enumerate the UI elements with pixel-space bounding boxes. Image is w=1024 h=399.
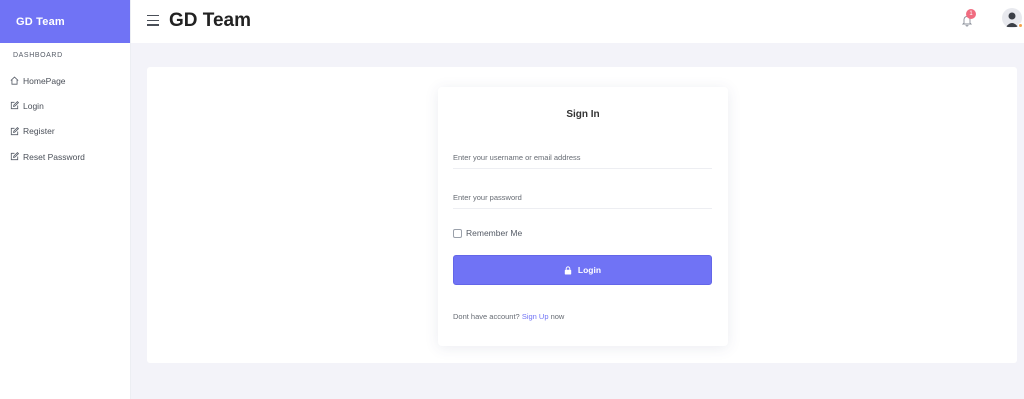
lock-icon [564,265,572,275]
sidebar-item-reset-password[interactable]: Reset Password [0,144,130,169]
signup-link[interactable]: Sign Up [522,312,549,321]
home-icon [9,75,20,86]
signup-suffix: now [550,312,565,321]
edit-icon [9,100,20,111]
username-input[interactable] [453,147,712,169]
sidebar-section-title: DASHBOARD [13,52,63,59]
menu-icon[interactable] [147,15,159,26]
sidebar-item-register[interactable]: Register [0,119,130,144]
sidebar: GD Team DASHBOARD HomePage Login Registe… [0,0,131,399]
remember-me[interactable]: Remember Me [453,228,522,238]
signin-card: Sign In Remember Me Login Dont have acco… [438,87,728,346]
remember-me-checkbox[interactable] [453,228,462,238]
sidebar-item-homepage[interactable]: HomePage [0,68,130,93]
password-input[interactable] [453,187,712,209]
edit-icon [9,151,20,162]
sidebar-item-label: Register [23,126,55,137]
remember-me-label: Remember Me [466,228,523,238]
signup-prompt: Dont have account? Sign Up now [453,312,564,321]
sidebar-item-login[interactable]: Login [0,93,130,118]
signup-prefix: Dont have account? [453,312,520,321]
login-button-label: Login [577,265,602,275]
brand-logo[interactable]: GD Team [0,0,130,43]
login-button[interactable]: Login [453,255,712,285]
sidebar-item-label: Reset Password [23,151,85,162]
top-header: GD Team 1 [131,0,1024,43]
notification-badge: 1 [966,9,976,19]
sidebar-item-label: HomePage [23,75,66,86]
signin-title: Sign In [566,109,600,120]
page-title: GD Team [169,10,252,31]
sidebar-item-label: Login [23,100,44,111]
edit-icon [9,126,20,137]
status-dot [1018,23,1023,28]
brand-name: GD Team [16,15,65,28]
